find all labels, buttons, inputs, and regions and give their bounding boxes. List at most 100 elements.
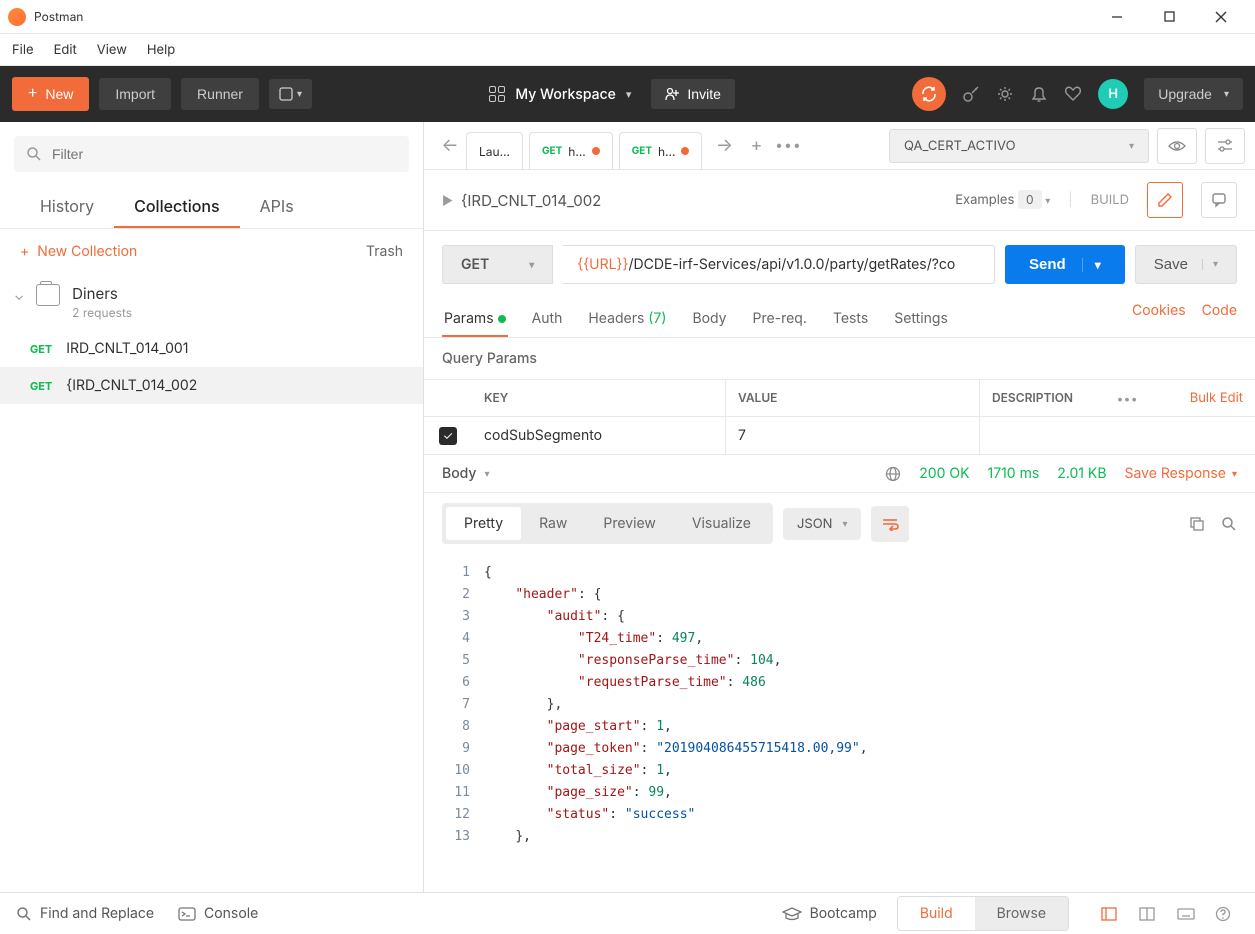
menu-edit[interactable]: Edit: [54, 42, 77, 58]
tab-more-button[interactable]: •••: [772, 130, 804, 162]
workspace-selector[interactable]: My Workspace ▾: [489, 86, 631, 103]
build-label: BUILD: [1091, 192, 1129, 208]
collection-item[interactable]: ⌄ Diners 2 requests: [0, 274, 423, 330]
method-selector[interactable]: GET▾: [442, 245, 553, 284]
param-description[interactable]: [980, 417, 1255, 454]
bulk-edit-link[interactable]: Bulk Edit: [1190, 390, 1243, 406]
send-button[interactable]: Send▾: [1005, 245, 1125, 284]
globe-icon[interactable]: [885, 466, 901, 482]
response-time: 1710 ms: [988, 465, 1040, 482]
tab-back-button[interactable]: ←: [434, 130, 466, 162]
code-link[interactable]: Code: [1202, 302, 1237, 337]
browse-toggle[interactable]: Browse: [975, 897, 1068, 930]
menu-view[interactable]: View: [97, 42, 127, 58]
plus-icon: +: [20, 243, 29, 260]
tab-strip: ← Lau... GETh... GETh... → + ••• QA_CERT…: [424, 122, 1255, 170]
runner-button[interactable]: Runner: [181, 78, 259, 110]
save-button[interactable]: Save▾: [1135, 245, 1237, 284]
plus-icon: +: [28, 85, 37, 103]
search-response-button[interactable]: [1221, 516, 1237, 532]
tab-settings[interactable]: Settings: [892, 302, 950, 337]
tab-tests[interactable]: Tests: [831, 302, 870, 337]
more-icon[interactable]: •••: [1117, 391, 1138, 406]
heart-icon[interactable]: [1064, 85, 1082, 103]
cookies-link[interactable]: Cookies: [1132, 302, 1186, 337]
view-preview[interactable]: Preview: [585, 507, 674, 540]
view-visualize[interactable]: Visualize: [674, 507, 769, 540]
tab-request-2[interactable]: GETh...: [619, 132, 703, 170]
environment-settings-button[interactable]: [1205, 128, 1245, 164]
wrap-icon: [881, 517, 899, 531]
tab-headers[interactable]: Headers (7): [586, 302, 668, 337]
examples-dropdown[interactable]: Examples 0 ▾: [955, 192, 1050, 208]
collapse-icon[interactable]: ▶: [442, 193, 453, 208]
minimize-button[interactable]: [1103, 3, 1131, 31]
tab-request-1[interactable]: GETh...: [529, 132, 613, 170]
param-value[interactable]: 7: [726, 417, 980, 454]
trash-link[interactable]: Trash: [366, 243, 403, 260]
tab-params[interactable]: Params: [442, 302, 508, 337]
new-button[interactable]: +New: [12, 77, 89, 111]
maximize-button[interactable]: [1155, 3, 1183, 31]
response-body[interactable]: 1{2 "header": {3 "audit": {4 "T24_time":…: [424, 554, 1255, 892]
top-toolbar: +New Import Runner ▾ My Workspace ▾ Invi…: [0, 66, 1255, 122]
format-selector[interactable]: JSON▾: [783, 508, 862, 540]
import-button[interactable]: Import: [99, 78, 171, 110]
request-method: GET: [30, 379, 52, 393]
param-key[interactable]: codSubSegmento: [472, 417, 726, 454]
request-item[interactable]: GET {IRD_CNLT_014_002: [0, 367, 423, 404]
col-key: KEY: [472, 380, 726, 416]
chevron-down-icon[interactable]: ▾: [1082, 258, 1101, 272]
tab-collections[interactable]: Collections: [114, 186, 239, 228]
find-replace-button[interactable]: Find and Replace: [16, 905, 154, 922]
tab-apis[interactable]: APIs: [240, 186, 314, 228]
copy-icon: [1189, 516, 1205, 532]
tab-body[interactable]: Body: [690, 302, 728, 337]
bottombar: Find and Replace Console Bootcamp Build …: [0, 892, 1255, 934]
open-new-button[interactable]: ▾: [269, 79, 312, 109]
close-button[interactable]: [1207, 3, 1235, 31]
view-pretty[interactable]: Pretty: [446, 507, 521, 540]
keyboard-icon[interactable]: [1177, 908, 1201, 920]
bootcamp-button[interactable]: Bootcamp: [782, 905, 877, 922]
titlebar: Postman: [0, 0, 1255, 34]
layout-split-icon[interactable]: [1139, 907, 1163, 921]
save-response-button[interactable]: Save Response▾: [1124, 465, 1237, 482]
new-collection-button[interactable]: +New Collection: [20, 243, 137, 260]
help-icon[interactable]: [1215, 906, 1239, 922]
chevron-down-icon[interactable]: ▾: [1202, 259, 1218, 270]
comment-button[interactable]: [1201, 182, 1237, 218]
tab-auth[interactable]: Auth: [530, 302, 565, 337]
url-input[interactable]: {{URL}}/DCDE-irf-Services/api/v1.0.0/par…: [563, 245, 995, 284]
environment-selector[interactable]: QA_CERT_ACTIVO▾: [889, 129, 1149, 163]
settings-icon[interactable]: [996, 85, 1014, 103]
checkbox[interactable]: ✓: [439, 427, 457, 445]
tab-history[interactable]: History: [20, 186, 114, 228]
sync-button[interactable]: [912, 77, 946, 111]
user-avatar[interactable]: H: [1098, 79, 1128, 109]
workspace-icon: [489, 86, 505, 102]
console-button[interactable]: Console: [178, 905, 258, 922]
chevron-down-icon: ⌄: [14, 288, 24, 304]
upgrade-button[interactable]: Upgrade▾: [1144, 78, 1243, 110]
menu-file[interactable]: File: [12, 42, 34, 58]
environment-preview-button[interactable]: [1157, 128, 1197, 164]
tab-prereq[interactable]: Pre-req.: [751, 302, 809, 337]
response-body-dropdown[interactable]: Body▾: [442, 465, 489, 482]
tab-launchpad[interactable]: Lau...: [466, 132, 523, 170]
build-toggle[interactable]: Build: [898, 897, 975, 930]
request-header: ▶{IRD_CNLT_014_002 Examples 0 ▾ | BUILD: [424, 170, 1255, 231]
notifications-icon[interactable]: [1030, 85, 1048, 103]
layout-single-icon[interactable]: [1101, 907, 1125, 921]
invite-button[interactable]: Invite: [651, 79, 734, 109]
view-raw[interactable]: Raw: [521, 507, 585, 540]
request-item[interactable]: GET IRD_CNLT_014_001: [0, 330, 423, 367]
copy-button[interactable]: [1189, 516, 1205, 532]
capture-icon[interactable]: [962, 85, 980, 103]
tab-forward-button[interactable]: →: [708, 130, 740, 162]
edit-button[interactable]: [1147, 182, 1183, 218]
line-wrap-button[interactable]: [871, 506, 909, 542]
tab-add-button[interactable]: +: [740, 130, 772, 162]
filter-input[interactable]: [14, 136, 409, 172]
menu-help[interactable]: Help: [147, 42, 175, 58]
